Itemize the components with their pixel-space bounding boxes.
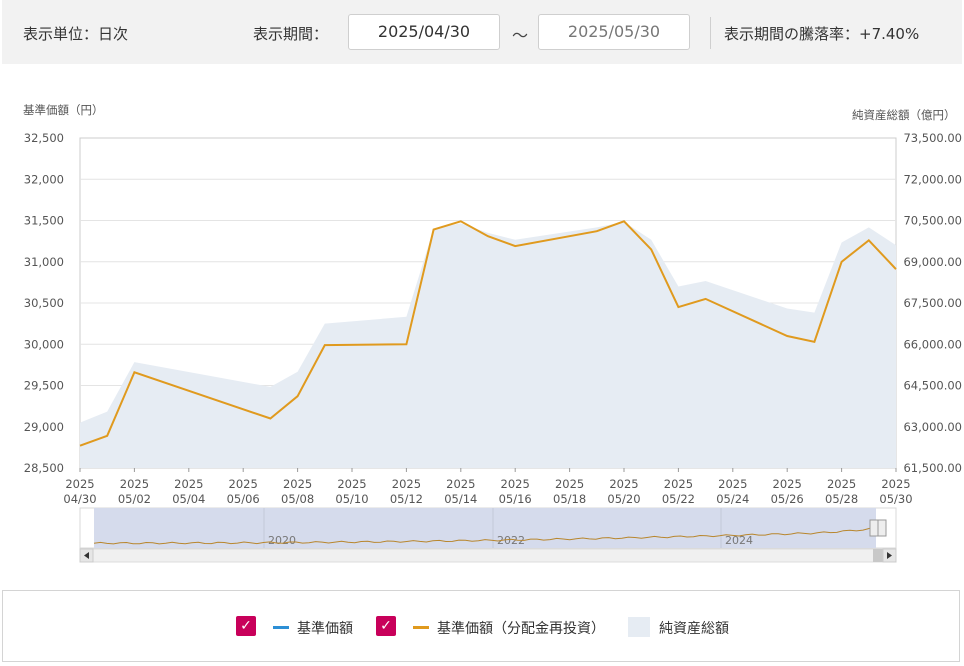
legend-orange-line	[413, 626, 429, 629]
right-tick-label: 67,500.00	[903, 296, 962, 310]
x-tick-year: 2025	[446, 477, 475, 491]
navigator-year-label: 2020	[268, 534, 296, 547]
x-tick-date: 05/06	[227, 492, 260, 506]
navigator-scrollbar-track	[79, 548, 897, 563]
x-tick-date: 05/26	[771, 492, 804, 506]
x-tick-year: 2025	[283, 477, 312, 491]
x-tick-date: 05/02	[118, 492, 151, 506]
x-tick-year: 2025	[174, 477, 203, 491]
x-tick-date: 05/12	[390, 492, 423, 506]
right-tick-label: 61,500.00	[903, 461, 962, 475]
navigator-selected-range	[94, 508, 876, 548]
left-tick-label: 30,500	[24, 296, 64, 310]
x-tick-date: 05/22	[662, 492, 695, 506]
left-tick-label: 29,500	[24, 379, 64, 393]
x-tick-date: 05/28	[825, 492, 858, 506]
right-tick-label: 66,000.00	[903, 337, 962, 351]
x-tick-date: 05/04	[172, 492, 205, 506]
x-tick-year: 2025	[501, 477, 530, 491]
legend-base-price-label: 基準価額	[297, 621, 353, 637]
x-tick-date: 05/20	[607, 492, 640, 506]
x-tick-date: 05/30	[879, 492, 912, 506]
right-tick-label: 64,500.00	[903, 379, 962, 393]
x-tick-year: 2025	[120, 477, 149, 491]
right-tick-label: 73,500.00	[903, 131, 962, 145]
x-tick-date: 05/16	[499, 492, 532, 506]
x-tick-year: 2025	[229, 477, 258, 491]
left-tick-label: 32,000	[24, 172, 64, 186]
x-tick-date: 05/24	[716, 492, 749, 506]
navigator-right-handle	[877, 519, 887, 537]
x-tick-year: 2025	[718, 477, 747, 491]
x-tick-date: 05/10	[335, 492, 368, 506]
x-tick-date: 05/14	[444, 492, 477, 506]
x-tick-year: 2025	[392, 477, 421, 491]
right-tick-label: 63,000.00	[903, 420, 962, 434]
x-tick-year: 2025	[65, 477, 94, 491]
navigator-left-handle	[869, 519, 879, 537]
left-tick-label: 30,000	[24, 337, 64, 351]
chart-legend: ✓ 基準価額 ✓ 基準価額（分配金再投資） 純資産総額	[2, 590, 960, 662]
checkbox-reinvested-price[interactable]: ✓	[376, 616, 396, 636]
x-tick-year: 2025	[881, 477, 910, 491]
x-tick-year: 2025	[773, 477, 802, 491]
x-tick-date: 05/08	[281, 492, 314, 506]
right-tick-label: 72,000.00	[903, 172, 962, 186]
legend-blue-line	[273, 626, 289, 629]
right-tick-label: 69,000.00	[903, 255, 962, 269]
x-tick-year: 2025	[555, 477, 584, 491]
range-navigator: 2020 2022 2024	[79, 507, 897, 563]
left-tick-label: 28,500	[24, 461, 64, 475]
price-chart: 32,500 73,500.00 32,000 72,000.00 31,500 70,5…	[24, 131, 962, 563]
checkbox-base-price[interactable]: ✓	[236, 616, 256, 636]
left-tick-label: 31,000	[24, 255, 64, 269]
x-tick-year: 2025	[664, 477, 693, 491]
x-tick-year: 2025	[337, 477, 366, 491]
left-tick-label: 32,500	[24, 131, 64, 145]
legend-reinvested-label: 基準価額（分配金再投資）	[437, 621, 605, 637]
x-tick-year: 2025	[827, 477, 856, 491]
x-tick-date: 04/30	[63, 492, 96, 506]
x-tick-date: 05/18	[553, 492, 586, 506]
navigator-scrollbar-thumb	[873, 549, 883, 562]
legend-net-assets-label: 純資産総額	[659, 621, 729, 637]
left-tick-label: 29,000	[24, 420, 64, 434]
left-tick-label: 31,500	[24, 214, 64, 228]
right-tick-label: 70,500.00	[903, 214, 962, 228]
legend-net-assets-swatch	[628, 617, 650, 637]
x-tick-year: 2025	[609, 477, 638, 491]
